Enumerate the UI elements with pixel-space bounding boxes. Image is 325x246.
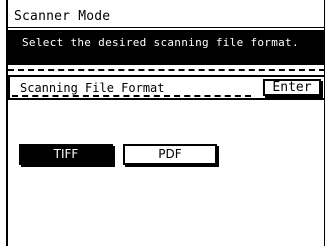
tiff-option-button[interactable]: TIFF [19, 144, 113, 165]
enter-button[interactable]: Enter [263, 79, 321, 96]
pdf-option-button[interactable]: PDF [123, 144, 217, 165]
message-divider [8, 69, 325, 71]
screen-title: Scanner Mode [14, 9, 111, 24]
instruction-message: Select the desired scanning file format. [22, 36, 299, 49]
title-divider [8, 27, 325, 28]
file-format-underline [12, 95, 251, 97]
file-format-label: Scanning File Format [20, 81, 165, 95]
message-bar: Select the desired scanning file format. [8, 30, 325, 65]
file-format-bar: Scanning File Format Enter [8, 75, 325, 100]
